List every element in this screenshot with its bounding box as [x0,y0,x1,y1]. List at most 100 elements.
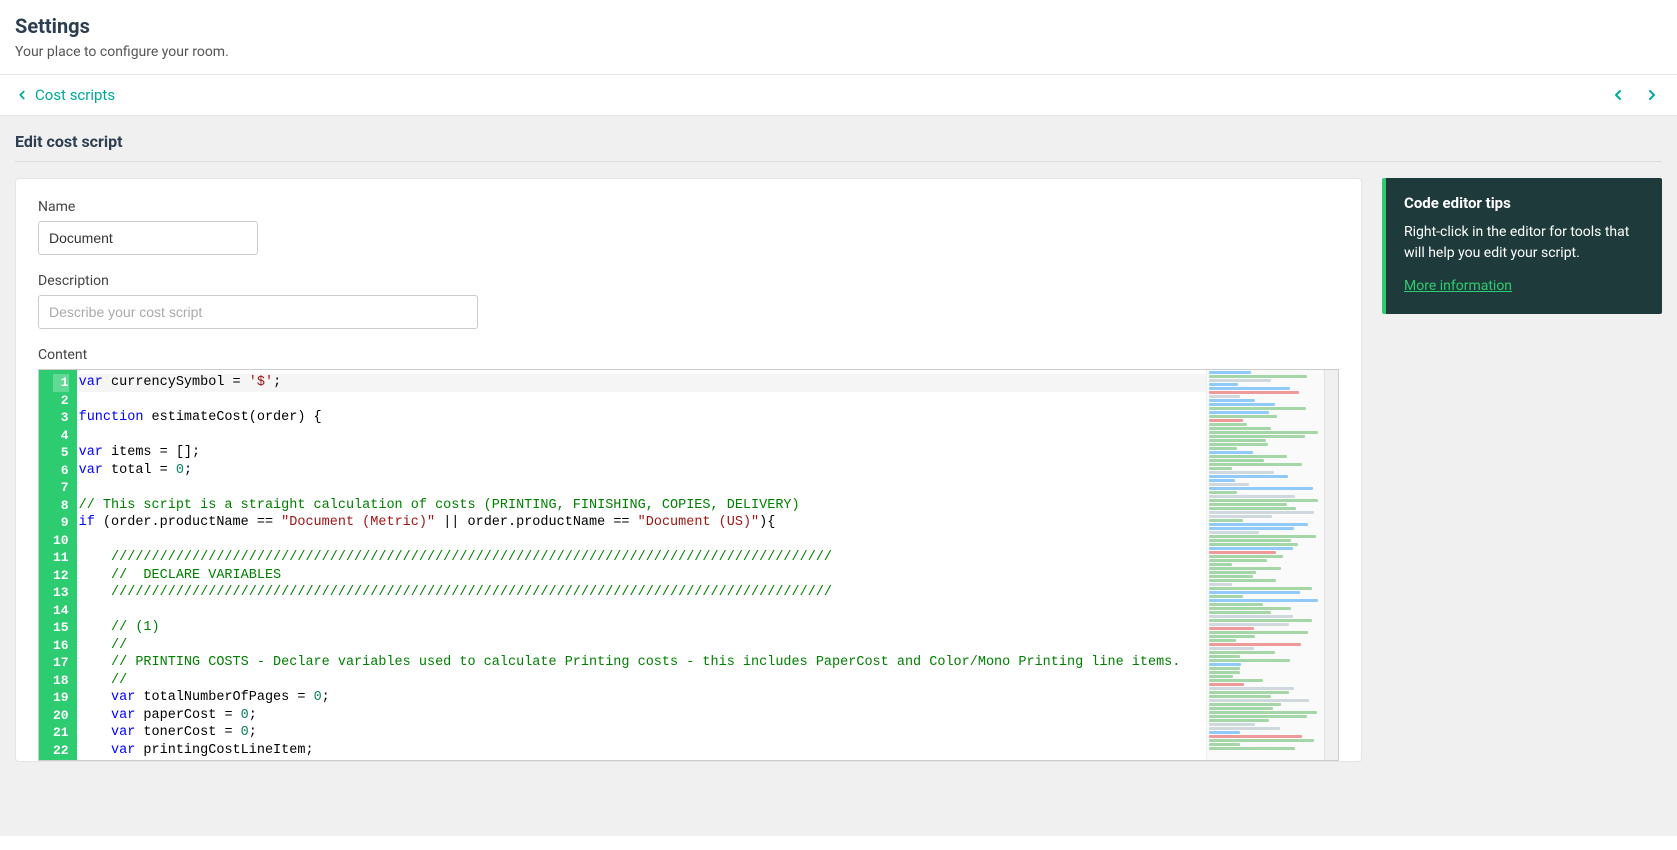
minimap-line [1209,655,1240,658]
code-line[interactable] [79,532,1206,550]
line-number: 3 [53,409,69,427]
editor-scrollbar[interactable] [1324,370,1338,760]
minimap-line [1209,487,1313,490]
code-line[interactable]: var paperCost = 0; [79,707,1206,725]
editor-minimap[interactable] [1206,370,1324,760]
minimap-line [1209,459,1264,462]
page-title: Settings [15,14,1662,38]
code-line[interactable]: // (1) [79,619,1206,637]
minimap-line [1209,707,1273,710]
code-line[interactable]: if (order.productName == "Document (Metr… [79,514,1206,532]
minimap-line [1209,579,1276,582]
minimap-line [1209,723,1255,726]
minimap-line [1209,539,1291,542]
minimap-line [1209,595,1243,598]
name-input[interactable] [38,221,258,255]
description-input[interactable] [38,295,478,329]
minimap-line [1209,611,1271,614]
breadcrumb-label: Cost scripts [35,86,115,104]
minimap-line [1209,511,1314,514]
minimap-line [1209,651,1275,654]
minimap-line [1209,671,1240,674]
tips-body: Right-click in the editor for tools that… [1404,222,1644,264]
content-label: Content [38,347,1339,363]
code-line[interactable]: ////////////////////////////////////////… [79,584,1206,602]
code-line[interactable]: ////////////////////////////////////////… [79,549,1206,567]
minimap-line [1209,627,1254,630]
code-line[interactable] [79,479,1206,497]
line-number: 15 [53,619,69,637]
minimap-line [1209,455,1287,458]
minimap-line [1209,743,1240,746]
minimap-line [1209,439,1266,442]
minimap-line [1209,695,1271,698]
minimap-line [1209,499,1318,502]
name-field-group: Name [38,199,1339,255]
code-line[interactable] [79,392,1206,410]
code-line[interactable]: var items = []; [79,444,1206,462]
code-line[interactable] [79,602,1206,620]
nav-prev-button[interactable] [1608,85,1628,105]
minimap-line [1209,503,1287,506]
description-label: Description [38,273,1339,289]
description-field-group: Description [38,273,1339,329]
minimap-line [1209,567,1281,570]
section-title: Edit cost script [15,132,1662,162]
minimap-line [1209,383,1238,386]
editor-gutter: 12345678910111213141516171819202122 [39,370,77,760]
chevron-left-icon [15,88,29,102]
line-number: 17 [53,654,69,672]
minimap-line [1209,491,1237,494]
code-line[interactable] [79,427,1206,445]
minimap-line [1209,731,1240,734]
code-line[interactable]: // [79,637,1206,655]
breadcrumb-bar: Cost scripts [0,74,1677,116]
minimap-line [1209,623,1289,626]
breadcrumb-back[interactable]: Cost scripts [15,86,115,104]
minimap-line [1209,415,1277,418]
code-line[interactable]: // This script is a straight calculation… [79,497,1206,515]
minimap-line [1209,463,1302,466]
line-number: 12 [53,567,69,585]
minimap-line [1209,551,1276,554]
line-number: 10 [53,532,69,550]
code-line[interactable]: var tonerCost = 0; [79,724,1206,742]
minimap-line [1209,747,1295,750]
code-line[interactable]: // [79,672,1206,690]
minimap-line [1209,647,1254,650]
minimap-line [1209,399,1255,402]
minimap-line [1209,639,1236,642]
minimap-line [1209,423,1247,426]
minimap-line [1209,615,1293,618]
code-line[interactable]: var printingCostLineItem; [79,742,1206,760]
minimap-line [1209,523,1308,526]
line-number: 13 [53,584,69,602]
code-line[interactable]: var total = 0; [79,462,1206,480]
minimap-line [1209,507,1296,510]
minimap-line [1209,591,1300,594]
minimap-line [1209,583,1232,586]
tips-more-link[interactable]: More information [1404,278,1512,294]
line-number: 19 [53,689,69,707]
minimap-line [1209,687,1294,690]
minimap-line [1209,683,1244,686]
minimap-line [1209,631,1308,634]
minimap-line [1209,451,1253,454]
minimap-line [1209,527,1294,530]
minimap-line [1209,607,1291,610]
nav-next-button[interactable] [1642,85,1662,105]
minimap-line [1209,643,1301,646]
editor-code-area[interactable]: var currencySymbol = '$'; function estim… [77,370,1206,760]
minimap-line [1209,719,1269,722]
code-line[interactable]: // DECLARE VARIABLES [79,567,1206,585]
code-line[interactable]: function estimateCost(order) { [79,409,1206,427]
minimap-line [1209,571,1256,574]
line-number: 20 [53,707,69,725]
minimap-line [1209,495,1295,498]
code-editor[interactable]: 12345678910111213141516171819202122 var … [38,369,1339,761]
code-line[interactable]: var currencySymbol = '$'; [79,374,1206,392]
code-line[interactable]: var totalNumberOfPages = 0; [79,689,1206,707]
line-number: 6 [53,462,69,480]
code-line[interactable]: // PRINTING COSTS - Declare variables us… [79,654,1206,672]
minimap-line [1209,563,1232,566]
